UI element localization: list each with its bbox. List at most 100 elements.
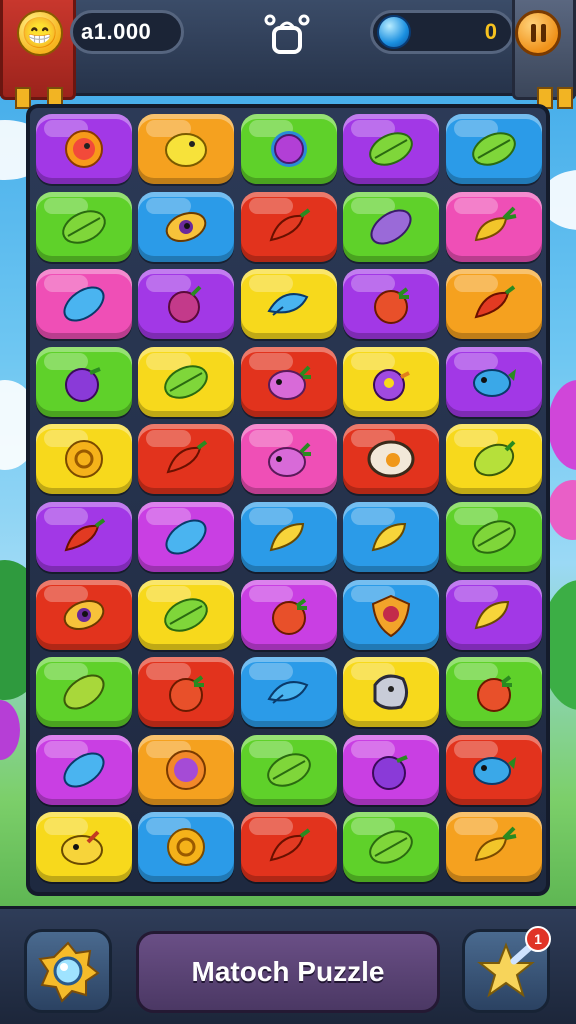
tile-r9-c2[interactable]: [138, 734, 235, 805]
berry-icon: [270, 131, 307, 167]
pepper-icon: [269, 207, 310, 241]
tile-r1-c4[interactable]: [343, 114, 440, 184]
gem-counter: 0: [370, 10, 514, 54]
leaf-icon: [369, 830, 413, 865]
ring-icon: [65, 440, 103, 479]
fish-icon: [267, 681, 309, 704]
tile-r10-c2[interactable]: [138, 812, 235, 883]
tile-r10-c5[interactable]: [445, 812, 542, 883]
bag-icon[interactable]: [262, 14, 312, 56]
hint-button[interactable]: [24, 929, 112, 1013]
gem-icon: [377, 15, 411, 49]
tile-r8-c2[interactable]: [138, 657, 235, 728]
pause-button[interactable]: [515, 10, 561, 56]
tile-r6-c1[interactable]: [36, 502, 132, 572]
tile-r6-c2[interactable]: [138, 502, 235, 572]
bottom-bar: Matoch Puzzle 1: [0, 906, 576, 1024]
tile-r7-c1[interactable]: [36, 579, 132, 650]
leafb-icon: [63, 286, 105, 322]
rock-icon: [373, 674, 409, 710]
tile-r2-c4[interactable]: [343, 191, 440, 262]
tile-r9-c1[interactable]: [36, 734, 132, 805]
top-bar: 😁 a1.000 0: [0, 0, 576, 109]
leaf-icon: [164, 597, 209, 632]
tile-r3-c1[interactable]: [36, 269, 132, 340]
tile-r5-c4[interactable]: [343, 424, 440, 495]
tile-r4-c1[interactable]: [36, 346, 132, 417]
tile-r8-c5[interactable]: [445, 657, 542, 728]
tile-r7-c5[interactable]: [445, 579, 542, 650]
tile-r3-c2[interactable]: [138, 269, 235, 340]
lemon-icon: [165, 133, 208, 167]
tile-r5-c5[interactable]: [445, 424, 542, 495]
turnip-icon: [267, 365, 311, 400]
tile-r3-c4[interactable]: [343, 269, 440, 340]
carrot-icon: [474, 826, 516, 862]
tile-r8-c4[interactable]: [343, 657, 440, 728]
coin-value: a1.000: [81, 19, 152, 44]
pepper-icon: [64, 518, 106, 552]
tile-r2-c3[interactable]: [240, 191, 337, 262]
tile-r4-c2[interactable]: [138, 346, 235, 417]
tile-r3-c3[interactable]: [240, 269, 337, 340]
booster-button[interactable]: 1: [462, 926, 551, 1013]
tile-r2-c2[interactable]: [138, 191, 235, 262]
tile-r5-c3[interactable]: [240, 424, 337, 495]
tile-r9-c4[interactable]: [343, 734, 440, 805]
leaf-icon: [369, 132, 413, 166]
tomato-icon: [476, 675, 512, 713]
tile-r10-c1[interactable]: [36, 812, 132, 883]
shield-icon: [372, 594, 411, 637]
tile-r4-c4[interactable]: [343, 346, 440, 417]
tile-r1-c2[interactable]: [138, 114, 235, 184]
lime-icon: [473, 440, 516, 477]
fish-icon: [267, 293, 309, 316]
leafy-icon: [63, 674, 105, 710]
radish-icon: [168, 285, 202, 324]
tile-r10-c4[interactable]: [343, 812, 440, 883]
leafp-icon: [370, 209, 412, 245]
tile-r1-c1[interactable]: [36, 114, 132, 184]
tile-r10-c3[interactable]: [240, 812, 337, 883]
tile-r5-c1[interactable]: [36, 424, 132, 495]
corn-icon: [269, 522, 304, 552]
pepper-icon: [166, 440, 208, 474]
bird-icon: [61, 830, 103, 866]
gem-value: 0: [484, 19, 497, 44]
tile-r6-c4[interactable]: [343, 502, 440, 572]
tile-r7-c3[interactable]: [240, 579, 337, 650]
game-board: [26, 104, 550, 896]
tile-r5-c2[interactable]: [138, 424, 235, 495]
pause-icon: [530, 24, 536, 42]
tile-r4-c3[interactable]: [240, 346, 337, 417]
plum-icon: [372, 754, 408, 790]
tile-r8-c1[interactable]: [36, 657, 132, 728]
tile-r7-c2[interactable]: [138, 579, 235, 650]
notification-badge: 1: [525, 926, 551, 952]
sunp-icon: [166, 749, 207, 790]
tile-r8-c3[interactable]: [240, 657, 337, 728]
tile-r3-c5[interactable]: [445, 269, 542, 340]
leaf-icon: [471, 132, 516, 166]
plum-icon: [65, 366, 101, 402]
fishb-icon: [472, 368, 516, 397]
tile-r2-c1[interactable]: [36, 191, 132, 262]
tile-r9-c3[interactable]: [240, 734, 337, 805]
tile-r1-c3[interactable]: [240, 114, 337, 184]
leafb-icon: [63, 752, 105, 788]
tile-r9-c5[interactable]: [445, 734, 542, 805]
ring-icon: [167, 828, 206, 867]
smiley-icon: 😁: [17, 10, 63, 56]
tile-r4-c5[interactable]: [445, 346, 542, 417]
leafb-icon: [165, 519, 207, 555]
tile-r1-c5[interactable]: [445, 114, 542, 184]
profile-banner[interactable]: 😁: [0, 0, 76, 109]
tile-r6-c3[interactable]: [240, 502, 337, 572]
turnip-icon: [267, 442, 311, 478]
sun-icon: [65, 130, 103, 168]
tile-r6-c5[interactable]: [445, 502, 542, 572]
tile-r2-c5[interactable]: [445, 191, 542, 262]
tile-r7-c4[interactable]: [343, 579, 440, 650]
corn-icon: [474, 600, 509, 629]
coin-counter: a1.000: [70, 10, 184, 54]
